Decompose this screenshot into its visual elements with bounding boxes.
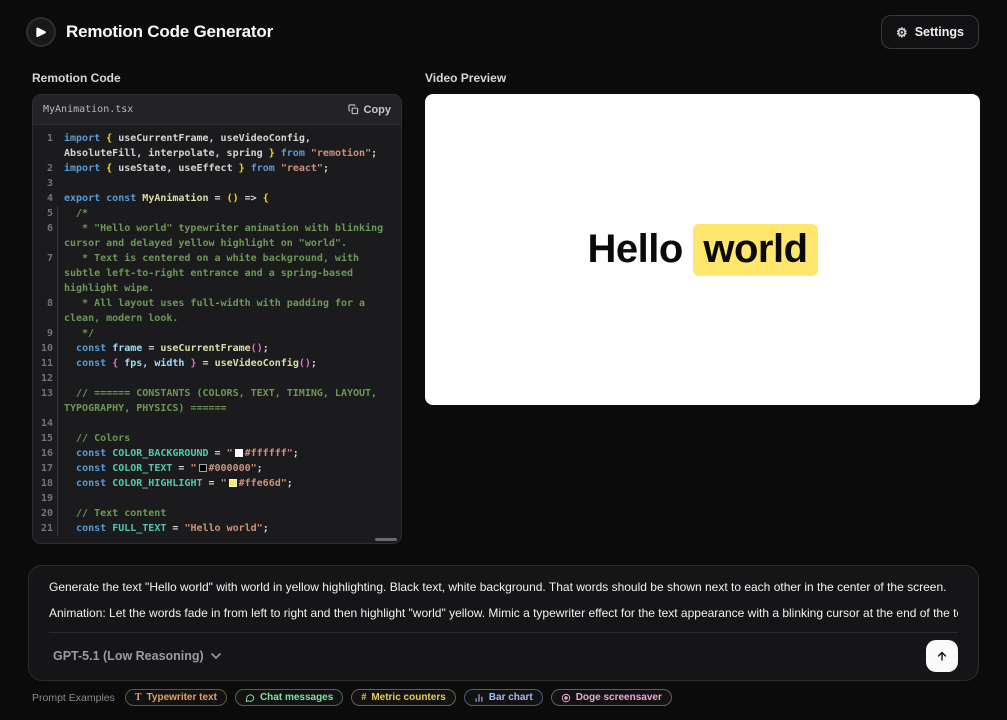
example-pill-label: Chat messages: [260, 692, 333, 703]
send-button[interactable]: [926, 640, 958, 672]
example-pill-label: Typewriter text: [147, 692, 217, 703]
code-row: 5 /*: [37, 206, 397, 221]
code-editor: MyAnimation.tsx Copy 1import { useCurren…: [32, 94, 402, 544]
code-row: subtle left-to-right entrance and a spri…: [37, 266, 397, 281]
code-row: highlight wipe.: [37, 281, 397, 296]
settings-button[interactable]: ⚙ Settings: [881, 15, 979, 49]
prompt-examples-label: Prompt Examples: [32, 692, 115, 704]
example-pill-doge-screensaver[interactable]: Doge screensaver: [551, 689, 672, 706]
example-pill-chat-messages[interactable]: Chat messages: [235, 689, 343, 706]
chevron-down-icon: [211, 653, 221, 659]
prompt-examples: Prompt Examples T Typewriter text Chat mes…: [32, 689, 672, 706]
model-selector[interactable]: GPT-5.1 (Low Reasoning): [49, 643, 225, 669]
code-row: 17 const COLOR_TEXT = "#000000";: [37, 461, 397, 476]
target-icon: [561, 693, 571, 703]
hash-icon: #: [361, 693, 366, 703]
page-title: Remotion Code Generator: [66, 22, 273, 42]
code-row: 21 const FULL_TEXT = "Hello world";: [37, 521, 397, 536]
code-row: 7 * Text is centered on a white backgrou…: [37, 251, 397, 266]
example-pill-label: Metric counters: [371, 692, 445, 703]
settings-label: Settings: [915, 25, 964, 39]
gear-icon: ⚙: [896, 26, 908, 39]
code-row: cursor and delayed yellow highlight on "…: [37, 236, 397, 251]
prompt-input[interactable]: Generate the text "Hello world" with wor…: [49, 579, 958, 623]
code-row: clean, modern look.: [37, 311, 397, 326]
example-pill-bar-chart[interactable]: Bar chart: [464, 689, 543, 706]
typography-icon: T: [135, 693, 142, 703]
code-row: 14: [37, 416, 397, 431]
code-row: 2import { useState, useEffect } from "re…: [37, 161, 397, 176]
color-swatch-icon: [235, 449, 243, 457]
code-row: 11 const { fps, width } = useVideoConfig…: [37, 356, 397, 371]
code-row: TYPOGRAPHY, PHYSICS) ======: [37, 401, 397, 416]
video-preview: Hello world: [425, 94, 980, 405]
prompt-paragraph-1: Generate the text "Hello world" with wor…: [49, 579, 958, 596]
code-row: 16 const COLOR_BACKGROUND = "#ffffff";: [37, 446, 397, 461]
copy-icon: [348, 104, 359, 115]
prompt-footer: GPT-5.1 (Low Reasoning): [49, 632, 958, 672]
example-pill-metric-counters[interactable]: # Metric counters: [351, 689, 455, 706]
code-section-title: Remotion Code: [32, 71, 402, 85]
prompt-examples-list: T Typewriter text Chat messages # Metric cou…: [125, 689, 672, 706]
code-row: AbsoluteFill, interpolate, spring } from…: [37, 146, 397, 161]
preview-text-highlighted: world: [693, 224, 817, 276]
code-row: 4export const MyAnimation = () => {: [37, 191, 397, 206]
remotion-logo-icon: [28, 19, 54, 45]
code-scroll-area[interactable]: 1import { useCurrentFrame, useVideoConfi…: [33, 125, 401, 544]
color-swatch-icon: [199, 464, 207, 472]
prompt-card: Generate the text "Hello world" with wor…: [28, 565, 979, 681]
code-editor-header: MyAnimation.tsx Copy: [33, 95, 401, 125]
code-row: 20 // Text content: [37, 506, 397, 521]
app-header: Remotion Code Generator ⚙ Settings: [0, 0, 1007, 64]
color-swatch-icon: [229, 479, 237, 487]
copy-label: Copy: [364, 104, 392, 116]
code-row: 10 const frame = useCurrentFrame();: [37, 341, 397, 356]
filename-label: MyAnimation.tsx: [43, 104, 133, 115]
preview-text: Hello world: [587, 227, 817, 272]
code-row: 6 * "Hello world" typewriter animation w…: [37, 221, 397, 236]
code-row: 1import { useCurrentFrame, useVideoConfi…: [37, 131, 397, 146]
chat-bubble-icon: [245, 693, 255, 703]
prompt-paragraph-2: Animation: Let the words fade in from le…: [49, 605, 958, 622]
code-row: 3: [37, 176, 397, 191]
example-pill-label: Bar chart: [489, 692, 533, 703]
code-row: 19: [37, 491, 397, 506]
code-row: 13 // ====== CONSTANTS (COLORS, TEXT, TI…: [37, 386, 397, 401]
bar-chart-icon: [474, 693, 484, 703]
preview-section-title: Video Preview: [425, 71, 980, 85]
horizontal-scrollbar-thumb[interactable]: [375, 538, 397, 541]
code-row: 18 const COLOR_HIGHLIGHT = "#ffe66d";: [37, 476, 397, 491]
copy-button[interactable]: Copy: [348, 104, 392, 116]
example-pill-typewriter-text[interactable]: T Typewriter text: [125, 689, 227, 706]
code-row: 15 // Colors: [37, 431, 397, 446]
code-row: 9 */: [37, 326, 397, 341]
example-pill-label: Doge screensaver: [576, 692, 662, 703]
code-row: 12: [37, 371, 397, 386]
model-label: GPT-5.1 (Low Reasoning): [53, 649, 204, 663]
preview-text-plain: Hello: [587, 227, 693, 271]
arrow-up-icon: [935, 649, 949, 663]
code-row: 8 * All layout uses full-width with padd…: [37, 296, 397, 311]
